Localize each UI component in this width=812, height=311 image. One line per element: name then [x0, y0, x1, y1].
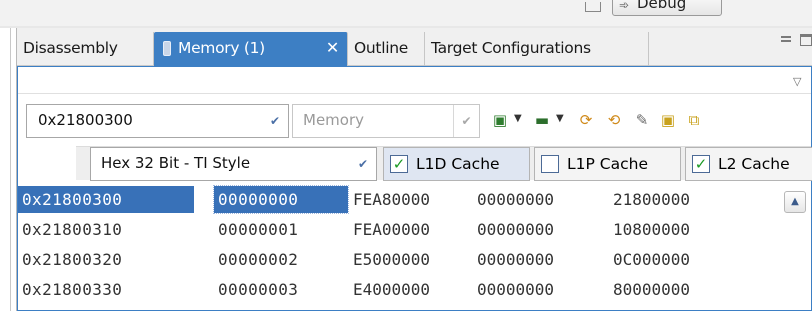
- l2-cache-checkbox[interactable]: ✓ L2 Cache: [685, 147, 812, 181]
- memory-address[interactable]: 0x21800320: [18, 246, 194, 273]
- format-row: Hex 32 Bit - TI Style ✔ ✓ L1D Cache L1P …: [76, 146, 812, 181]
- chevron-down-icon[interactable]: ✔: [453, 105, 479, 137]
- l1d-cache-checkbox[interactable]: ✓ L1D Cache: [383, 147, 530, 181]
- link-icon[interactable]: ⟳: [576, 109, 596, 131]
- memory-address[interactable]: 0x21800310: [18, 216, 194, 243]
- rendering-input[interactable]: Memory: [303, 111, 364, 129]
- address-input[interactable]: 0x21800300: [38, 111, 133, 129]
- checkbox-checked-icon[interactable]: ✓: [390, 155, 408, 173]
- l2-cache-label: L2 Cache: [718, 155, 790, 173]
- export-icon[interactable]: ✎: [632, 109, 652, 131]
- l1d-cache-label: L1D Cache: [416, 155, 500, 173]
- view-tab-bar: Disassembly Memory (1) ✕ Outline Target …: [17, 28, 812, 66]
- chevron-down-icon[interactable]: ▼: [514, 113, 522, 124]
- memory-view: ▽ 0x21800300 ✔ Memory ✔ ▣ ▼ ▬ ▼ ⟳ ⟲ ✎ ▣ …: [17, 66, 812, 311]
- scroll-up-button[interactable]: ▲: [784, 191, 806, 213]
- tab-label: Disassembly: [23, 39, 118, 57]
- tab-target-configurations[interactable]: Target Configurations: [425, 32, 649, 66]
- tab-outline[interactable]: Outline: [348, 32, 425, 66]
- memory-word[interactable]: 00000000: [477, 216, 554, 243]
- memory-word[interactable]: E5000000: [353, 246, 430, 273]
- rendering-combo[interactable]: Memory ✔: [292, 104, 480, 138]
- memory-word[interactable]: 00000000: [477, 246, 554, 273]
- format-combo[interactable]: Hex 32 Bit - TI Style ✔: [90, 147, 377, 181]
- memory-view-icon: [163, 41, 171, 56]
- memory-address[interactable]: 0x21800330: [18, 276, 194, 303]
- perspective-bar: ➾ Debug: [0, 0, 812, 28]
- tab-label: Outline: [354, 39, 408, 57]
- debug-perspective-label: Debug: [637, 0, 687, 12]
- memory-address[interactable]: 0x21800300: [18, 186, 194, 213]
- memory-table[interactable]: 0x21800300 00000000 FEA80000 00000000 21…: [18, 185, 811, 311]
- tab-disassembly[interactable]: Disassembly: [17, 32, 154, 66]
- memory-row[interactable]: 0x21800310 00000001 FEA00000 00000000 10…: [18, 216, 778, 243]
- memory-word[interactable]: 10800000: [613, 216, 690, 243]
- chevron-down-icon[interactable]: ▼: [556, 113, 564, 124]
- l1p-cache-label: L1P Cache: [567, 155, 648, 173]
- tab-label: Memory (1): [178, 39, 265, 57]
- debug-icon: ➾: [619, 0, 630, 12]
- tab-label: Target Configurations: [431, 39, 591, 57]
- memory-word[interactable]: 00000000: [213, 185, 349, 214]
- memory-word[interactable]: 0C000000: [613, 246, 690, 273]
- address-combo[interactable]: 0x21800300 ✔: [26, 104, 289, 138]
- memory-word[interactable]: 80000000: [613, 276, 690, 303]
- close-tab-icon[interactable]: ✕: [326, 32, 339, 64]
- memory-chip-icon[interactable]: ▬: [532, 109, 552, 131]
- l1p-cache-checkbox[interactable]: L1P Cache: [534, 147, 681, 181]
- memory-word[interactable]: 00000002: [214, 246, 348, 273]
- memory-row[interactable]: 0x21800320 00000002 E5000000 00000000 0C…: [18, 246, 778, 273]
- checkbox-unchecked-icon[interactable]: [541, 155, 559, 173]
- memory-word[interactable]: E4000000: [353, 276, 430, 303]
- memory-word[interactable]: 21800000: [613, 186, 690, 213]
- sync-icon[interactable]: ⟲: [604, 109, 624, 131]
- minimize-icon[interactable]: [781, 36, 791, 42]
- left-view-border: [0, 28, 17, 311]
- new-window-icon[interactable]: ⧉: [684, 109, 704, 131]
- view-menu-icon[interactable]: ▽: [793, 75, 801, 88]
- memory-word[interactable]: 00000000: [477, 276, 554, 303]
- debug-perspective-button[interactable]: ➾ Debug: [612, 0, 722, 16]
- memory-word[interactable]: 00000003: [214, 276, 348, 303]
- chevron-down-icon[interactable]: ✔: [262, 105, 288, 137]
- memory-row[interactable]: 0x21800330 00000003 E4000000 00000000 80…: [18, 276, 778, 303]
- memory-row[interactable]: 0x21800300 00000000 FEA80000 00000000 21…: [18, 185, 778, 214]
- memory-word[interactable]: 00000000: [477, 186, 554, 213]
- tab-memory[interactable]: Memory (1) ✕: [154, 32, 348, 66]
- memory-word[interactable]: FEA80000: [353, 186, 430, 213]
- checkbox-checked-icon[interactable]: ✓: [692, 155, 710, 173]
- format-select[interactable]: Hex 32 Bit - TI Style: [101, 154, 250, 172]
- lock-icon[interactable]: ▣: [658, 109, 678, 131]
- memory-word[interactable]: FEA00000: [353, 216, 430, 243]
- refresh-icon[interactable]: ▣: [490, 109, 510, 131]
- open-perspective-icon[interactable]: [585, 2, 601, 12]
- maximize-icon[interactable]: [800, 34, 812, 46]
- memory-word[interactable]: 00000001: [214, 216, 348, 243]
- chevron-down-icon[interactable]: ✔: [350, 148, 376, 180]
